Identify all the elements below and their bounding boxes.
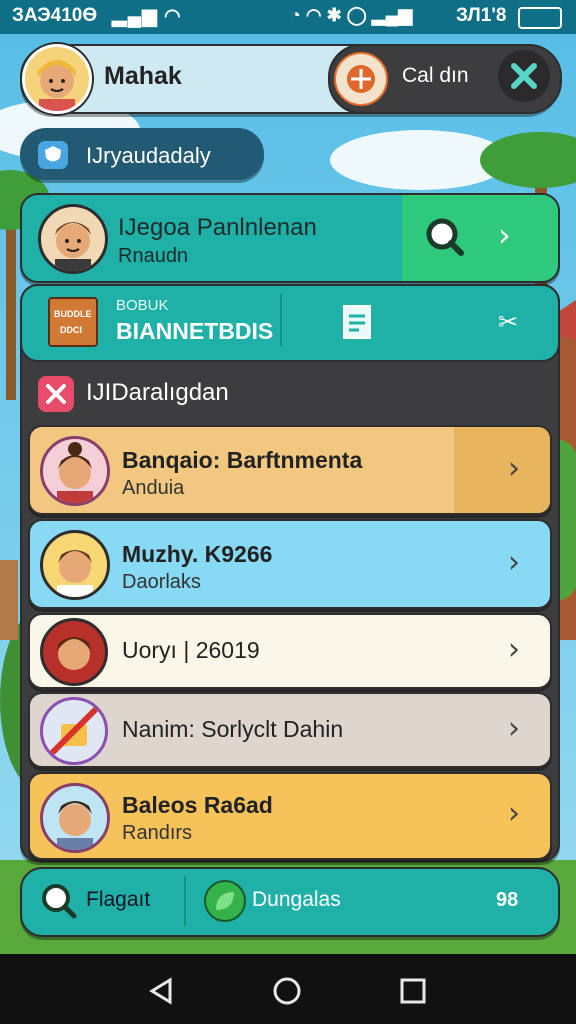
list-item-title: Baleos Ra6ad xyxy=(122,792,273,818)
featured-subtitle: Rnaudn xyxy=(118,245,189,267)
panel-big-label: BIANNETBDIS xyxy=(116,318,274,344)
call-label[interactable]: Cal dın xyxy=(402,64,469,88)
chevron-right-icon: › xyxy=(508,711,520,746)
list-item-title: Uoryı | 26019 xyxy=(122,637,260,663)
user-avatar[interactable] xyxy=(22,44,92,114)
list-avatar xyxy=(40,530,110,600)
list-item-title: Nanim: Sorlyclt Dahin xyxy=(122,716,344,742)
featured-name: IJegoa Panlnlenan xyxy=(118,214,317,241)
home-icon[interactable] xyxy=(272,976,302,1006)
scissors-icon[interactable]: ✂ xyxy=(498,308,518,336)
panel-toolbar xyxy=(20,284,560,362)
search-icon xyxy=(426,218,464,256)
list-item-title: Banqaio: Barftnmenta xyxy=(122,447,363,473)
chevron-right-icon: › xyxy=(508,451,520,486)
bottom-search-label[interactable]: Flagaıt xyxy=(86,888,150,912)
search-icon[interactable] xyxy=(38,880,78,920)
status-right-text: ЗЛ1'8 xyxy=(456,5,507,26)
bottom-count: 98 xyxy=(496,889,519,911)
contact-badge-icon[interactable] xyxy=(334,52,388,106)
status-bar: ЗАЭ410Ѳ ▂▄▆ ◠ ◔ ◠ ✱ ◯ ▂▄▆ ЗЛ1'8 xyxy=(0,0,576,34)
avatar-face-icon xyxy=(38,60,76,111)
back-icon[interactable] xyxy=(146,976,176,1006)
list-item-title: Muzhy. K9266 xyxy=(122,541,273,567)
chevron-right-icon: › xyxy=(508,796,520,831)
list-item[interactable]: Muzhy. K9266 Daorlaks › xyxy=(28,519,552,609)
bottom-tab-label[interactable]: Dungalas xyxy=(252,888,341,912)
list-item[interactable]: Nanim: Sorlyclt Dahin › xyxy=(28,692,552,768)
list-avatar xyxy=(40,618,108,686)
signal-icon: ▂▄▆ ◠ xyxy=(112,6,182,27)
shield-icon xyxy=(38,141,68,169)
toolbar-divider xyxy=(280,294,282,346)
chevron-right-icon: › xyxy=(508,632,520,667)
list-item-subtitle: Daorlaks xyxy=(122,571,201,593)
chevron-right-icon[interactable]: › xyxy=(498,216,511,254)
status-icons: ◔ ◠ ✱ ◯ ▂▄▆ xyxy=(290,5,413,25)
list-avatar xyxy=(40,783,110,853)
close-button[interactable] xyxy=(498,50,550,102)
featured-avatar xyxy=(38,204,108,274)
list-item-subtitle: Anduia xyxy=(122,477,185,499)
close-icon xyxy=(511,63,537,89)
battery-icon xyxy=(518,7,562,29)
list-avatar xyxy=(40,436,110,506)
list-item[interactable]: Banqaio: Barftnmenta Anduia › xyxy=(28,425,552,515)
status-time: ЗАЭ410Ѳ xyxy=(12,5,98,26)
search-button[interactable] xyxy=(422,214,466,258)
document-icon[interactable] xyxy=(340,302,376,342)
list-item[interactable]: Uoryı | 26019 › xyxy=(28,613,552,689)
user-name: Mahak xyxy=(104,62,182,90)
no-entry-icon xyxy=(40,697,108,765)
bottom-divider xyxy=(184,876,186,926)
panel-small-label: BOBUK xyxy=(116,297,169,314)
app-screen: ЗАЭ410Ѳ ▂▄▆ ◠ ◔ ◠ ✱ ◯ ▂▄▆ ЗЛ1'8 Mahak Ca… xyxy=(0,0,576,1024)
section-title: IJIDaralıgdan xyxy=(86,379,229,406)
chevron-right-icon: › xyxy=(508,545,520,580)
status-pill-label: IJryaudadaly xyxy=(86,143,211,168)
recents-icon[interactable] xyxy=(398,976,428,1006)
list-item[interactable]: Baleos Ra6ad Randırs › xyxy=(28,772,552,860)
tools-icon xyxy=(38,376,74,412)
leaf-icon[interactable] xyxy=(204,880,246,922)
system-navigation-bar xyxy=(0,954,576,1024)
shop-icon: BUDDLE DDCI xyxy=(48,297,98,347)
list-item-subtitle: Randırs xyxy=(122,822,193,844)
